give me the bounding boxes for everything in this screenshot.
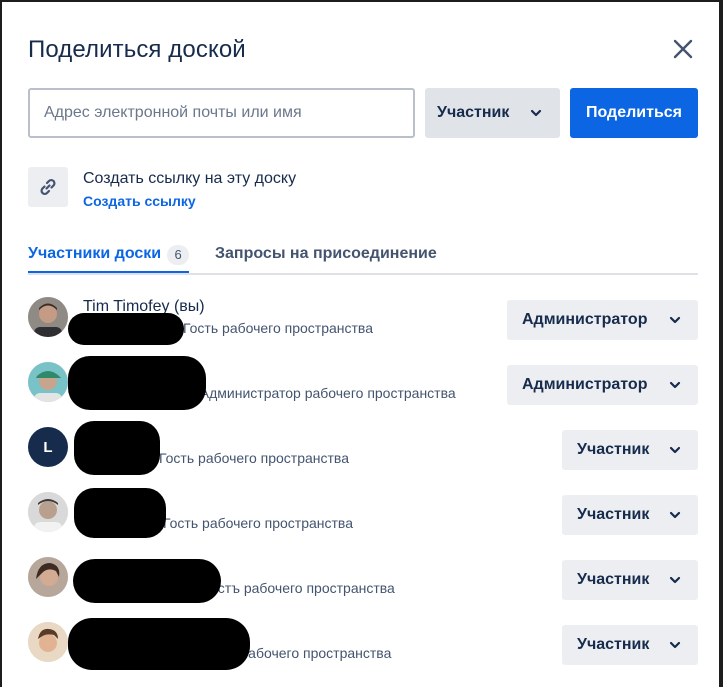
chevron-down-icon xyxy=(669,641,681,649)
chevron-down-icon xyxy=(669,316,681,324)
avatar xyxy=(28,557,68,597)
chevron-down-icon xyxy=(669,576,681,584)
permission-label: Участник xyxy=(577,441,650,458)
permission-label: Администратор xyxy=(522,376,648,393)
permission-select[interactable]: Участник xyxy=(562,495,698,535)
redaction xyxy=(74,488,166,538)
avatar xyxy=(28,492,68,532)
redaction xyxy=(74,421,160,475)
member-row: Гость рабочего пространства Участник xyxy=(28,488,698,548)
link-icon xyxy=(40,178,56,196)
chevron-down-icon xyxy=(669,446,681,454)
close-button[interactable] xyxy=(668,34,698,64)
redaction xyxy=(73,559,221,603)
member-role: Гость рабочего пространства xyxy=(159,450,349,466)
avatar xyxy=(28,297,68,337)
member-role: Гость рабочего пространства xyxy=(183,320,373,336)
avatar xyxy=(28,362,68,402)
share-button[interactable]: Поделиться xyxy=(570,88,698,138)
member-row: L Гость рабочего пространства Участник xyxy=(28,421,698,483)
role-select-label: Участник xyxy=(437,104,510,121)
close-icon xyxy=(673,39,693,59)
chevron-down-icon xyxy=(530,109,542,117)
permission-select[interactable]: Администратор xyxy=(507,365,698,405)
chevron-down-icon xyxy=(669,381,681,389)
member-row: остъ рабочего пространства Участник xyxy=(28,557,698,613)
permission-label: Участник xyxy=(577,506,650,523)
permission-select[interactable]: Участник xyxy=(562,430,698,470)
permission-select[interactable]: Администратор xyxy=(507,300,698,340)
tabs: Участники доски 6 Запросы на присоединен… xyxy=(28,243,698,275)
permission-label: Администратор xyxy=(522,311,648,328)
role-select[interactable]: Участник xyxy=(425,88,560,138)
permission-select[interactable]: Участник xyxy=(562,625,698,665)
member-role: • Администратор рабочего пространства xyxy=(191,385,456,401)
redaction xyxy=(68,356,206,410)
link-icon-box xyxy=(28,167,68,207)
dialog-title: Поделиться доской xyxy=(28,36,246,63)
member-row: • Администратор рабочего пространства Ад… xyxy=(28,356,698,418)
avatar: L xyxy=(28,427,68,467)
create-link-title: Создать ссылку на эту доску xyxy=(83,170,297,187)
email-input[interactable] xyxy=(28,88,415,138)
chevron-down-icon xyxy=(669,511,681,519)
member-row: ость рабочего пространства Участник xyxy=(28,618,698,678)
tab-board-members-label: Участники доски xyxy=(28,245,162,262)
redaction xyxy=(68,313,184,345)
avatar xyxy=(28,622,68,662)
member-role: Гость рабочего пространства xyxy=(163,515,353,531)
redaction xyxy=(68,618,250,670)
permission-select[interactable]: Участник xyxy=(562,560,698,600)
tab-board-members[interactable]: Участники доски 6 xyxy=(28,243,190,273)
permission-label: Участник xyxy=(577,636,650,653)
create-link-button[interactable]: Создать ссылку xyxy=(83,193,196,209)
tab-join-requests[interactable]: Запросы на присоединение xyxy=(215,243,437,273)
member-role: остъ рабочего пространства xyxy=(210,580,395,596)
permission-label: Участник xyxy=(577,571,650,588)
member-row: Tim Timofey (вы) Гость рабочего простран… xyxy=(28,297,698,353)
members-count-badge: 6 xyxy=(167,245,190,265)
